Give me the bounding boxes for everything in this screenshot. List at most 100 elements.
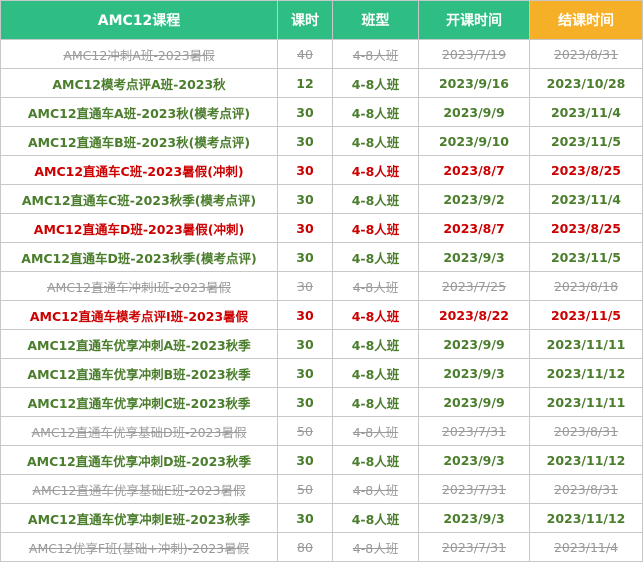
header-start-date: 开课时间	[418, 0, 530, 40]
end-date-cell: 2023/11/12	[529, 503, 643, 533]
start-date-cell: 2023/8/7	[418, 213, 530, 243]
start-date-cell: 2023/9/16	[418, 68, 530, 98]
header-class-type: 班型	[332, 0, 419, 40]
hours-cell: 30	[277, 329, 333, 359]
class-type-cell: 4-8人班	[332, 184, 419, 214]
course-name-cell: AMC12直通车A班-2023秋(模考点评)	[0, 97, 278, 127]
hours-cell: 30	[277, 445, 333, 475]
end-date-cell: 2023/11/11	[529, 387, 643, 417]
table-row: AMC12直通车优享冲刺C班-2023秋季 30 4-8人班 2023/9/9 2023…	[0, 387, 643, 417]
end-date-cell: 2023/8/31	[529, 474, 643, 504]
end-date-cell: 2023/10/28	[529, 68, 643, 98]
class-type-cell: 4-8人班	[332, 329, 419, 359]
start-date-cell: 2023/7/25	[418, 271, 530, 301]
table-row: AMC12直通车优享冲刺B班-2023秋季 30 4-8人班 2023/9/3 2023…	[0, 358, 643, 388]
hours-cell: 30	[277, 213, 333, 243]
end-date-cell: 2023/11/12	[529, 358, 643, 388]
start-date-cell: 2023/8/22	[418, 300, 530, 330]
header-hours: 课时	[277, 0, 333, 40]
table-row: AMC12直通车C班-2023暑假(冲刺) 30 4-8人班 2023/8/7 2023…	[0, 155, 643, 185]
course-name-cell: AMC12直通车C班-2023秋季(模考点评)	[0, 184, 278, 214]
course-name-cell: AMC12优享F班(基础+冲刺)-2023暑假	[0, 532, 278, 562]
hours-cell: 30	[277, 358, 333, 388]
class-type-cell: 4-8人班	[332, 271, 419, 301]
table-row: AMC12优享F班(基础+冲刺)-2023暑假 80 4-8人班 2023/7/31 2…	[0, 532, 643, 562]
end-date-cell: 2023/11/5	[529, 126, 643, 156]
table-row: AMC12直通车模考点评I班-2023暑假 30 4-8人班 2023/8/22 202…	[0, 300, 643, 330]
end-date-cell: 2023/11/12	[529, 445, 643, 475]
end-date-cell: 2023/11/4	[529, 532, 643, 562]
hours-cell: 30	[277, 503, 333, 533]
class-type-cell: 4-8人班	[332, 474, 419, 504]
table-body: AMC12冲刺A班-2023暑假 40 4-8人班 2023/7/19 2023/8/3…	[0, 39, 643, 562]
start-date-cell: 2023/9/3	[418, 503, 530, 533]
start-date-cell: 2023/7/31	[418, 532, 530, 562]
table-row: AMC12直通车B班-2023秋(模考点评) 30 4-8人班 2023/9/10 20…	[0, 126, 643, 156]
table-row: AMC12直通车D班-2023秋季(模考点评) 30 4-8人班 2023/9/3 20…	[0, 242, 643, 272]
class-type-cell: 4-8人班	[332, 416, 419, 446]
table-row: AMC12直通车冲刺I班-2023暑假 30 4-8人班 2023/7/25 2023/…	[0, 271, 643, 301]
hours-cell: 30	[277, 97, 333, 127]
hours-cell: 30	[277, 126, 333, 156]
course-name-cell: AMC12直通车优享冲刺C班-2023秋季	[0, 387, 278, 417]
hours-cell: 30	[277, 155, 333, 185]
course-name-cell: AMC12直通车优享冲刺D班-2023秋季	[0, 445, 278, 475]
course-name-cell: AMC12直通车模考点评I班-2023暑假	[0, 300, 278, 330]
end-date-cell: 2023/11/11	[529, 329, 643, 359]
table-header-row: AMC12课程 课时 班型 开课时间 结课时间	[0, 0, 643, 40]
table-row: AMC12直通车优享冲刺D班-2023秋季 30 4-8人班 2023/9/3 2023…	[0, 445, 643, 475]
course-name-cell: AMC12直通车冲刺I班-2023暑假	[0, 271, 278, 301]
course-name-cell: AMC12直通车D班-2023秋季(模考点评)	[0, 242, 278, 272]
table-row: AMC12模考点评A班-2023秋 12 4-8人班 2023/9/16 2023/10…	[0, 68, 643, 98]
table-row: AMC12直通车A班-2023秋(模考点评) 30 4-8人班 2023/9/9 202…	[0, 97, 643, 127]
start-date-cell: 2023/9/3	[418, 242, 530, 272]
class-type-cell: 4-8人班	[332, 39, 419, 69]
table-row: AMC12直通车优享基础E班-2023暑假 50 4-8人班 2023/7/31 202…	[0, 474, 643, 504]
class-type-cell: 4-8人班	[332, 213, 419, 243]
class-type-cell: 4-8人班	[332, 503, 419, 533]
table-row: AMC12直通车优享基础D班-2023暑假 50 4-8人班 2023/7/31 202…	[0, 416, 643, 446]
course-name-cell: AMC12直通车优享基础D班-2023暑假	[0, 416, 278, 446]
hours-cell: 30	[277, 387, 333, 417]
start-date-cell: 2023/9/3	[418, 445, 530, 475]
end-date-cell: 2023/11/4	[529, 184, 643, 214]
end-date-cell: 2023/8/31	[529, 39, 643, 69]
class-type-cell: 4-8人班	[332, 300, 419, 330]
hours-cell: 40	[277, 39, 333, 69]
end-date-cell: 2023/8/25	[529, 213, 643, 243]
course-name-cell: AMC12直通车B班-2023秋(模考点评)	[0, 126, 278, 156]
course-name-cell: AMC12直通车D班-2023暑假(冲刺)	[0, 213, 278, 243]
end-date-cell: 2023/11/4	[529, 97, 643, 127]
end-date-cell: 2023/11/5	[529, 242, 643, 272]
class-type-cell: 4-8人班	[332, 97, 419, 127]
start-date-cell: 2023/7/31	[418, 474, 530, 504]
end-date-cell: 2023/8/18	[529, 271, 643, 301]
course-name-cell: AMC12直通车优享冲刺E班-2023秋季	[0, 503, 278, 533]
course-name-cell: AMC12直通车优享基础E班-2023暑假	[0, 474, 278, 504]
class-type-cell: 4-8人班	[332, 126, 419, 156]
hours-cell: 50	[277, 474, 333, 504]
end-date-cell: 2023/11/5	[529, 300, 643, 330]
course-name-cell: AMC12直通车C班-2023暑假(冲刺)	[0, 155, 278, 185]
table-row: AMC12直通车C班-2023秋季(模考点评) 30 4-8人班 2023/9/2 20…	[0, 184, 643, 214]
hours-cell: 50	[277, 416, 333, 446]
header-end-date: 结课时间	[529, 0, 643, 40]
start-date-cell: 2023/9/2	[418, 184, 530, 214]
hours-cell: 12	[277, 68, 333, 98]
start-date-cell: 2023/7/19	[418, 39, 530, 69]
course-name-cell: AMC12模考点评A班-2023秋	[0, 68, 278, 98]
course-schedule-table: AMC12课程 课时 班型 开课时间 结课时间 AMC12冲刺A班-2023暑假…	[0, 0, 643, 562]
class-type-cell: 4-8人班	[332, 68, 419, 98]
start-date-cell: 2023/9/9	[418, 387, 530, 417]
start-date-cell: 2023/7/31	[418, 416, 530, 446]
course-name-cell: AMC12冲刺A班-2023暑假	[0, 39, 278, 69]
start-date-cell: 2023/9/9	[418, 329, 530, 359]
start-date-cell: 2023/9/10	[418, 126, 530, 156]
hours-cell: 30	[277, 184, 333, 214]
hours-cell: 80	[277, 532, 333, 562]
class-type-cell: 4-8人班	[332, 358, 419, 388]
end-date-cell: 2023/8/31	[529, 416, 643, 446]
class-type-cell: 4-8人班	[332, 445, 419, 475]
hours-cell: 30	[277, 300, 333, 330]
table-row: AMC12直通车优享冲刺A班-2023秋季 30 4-8人班 2023/9/9 2023…	[0, 329, 643, 359]
